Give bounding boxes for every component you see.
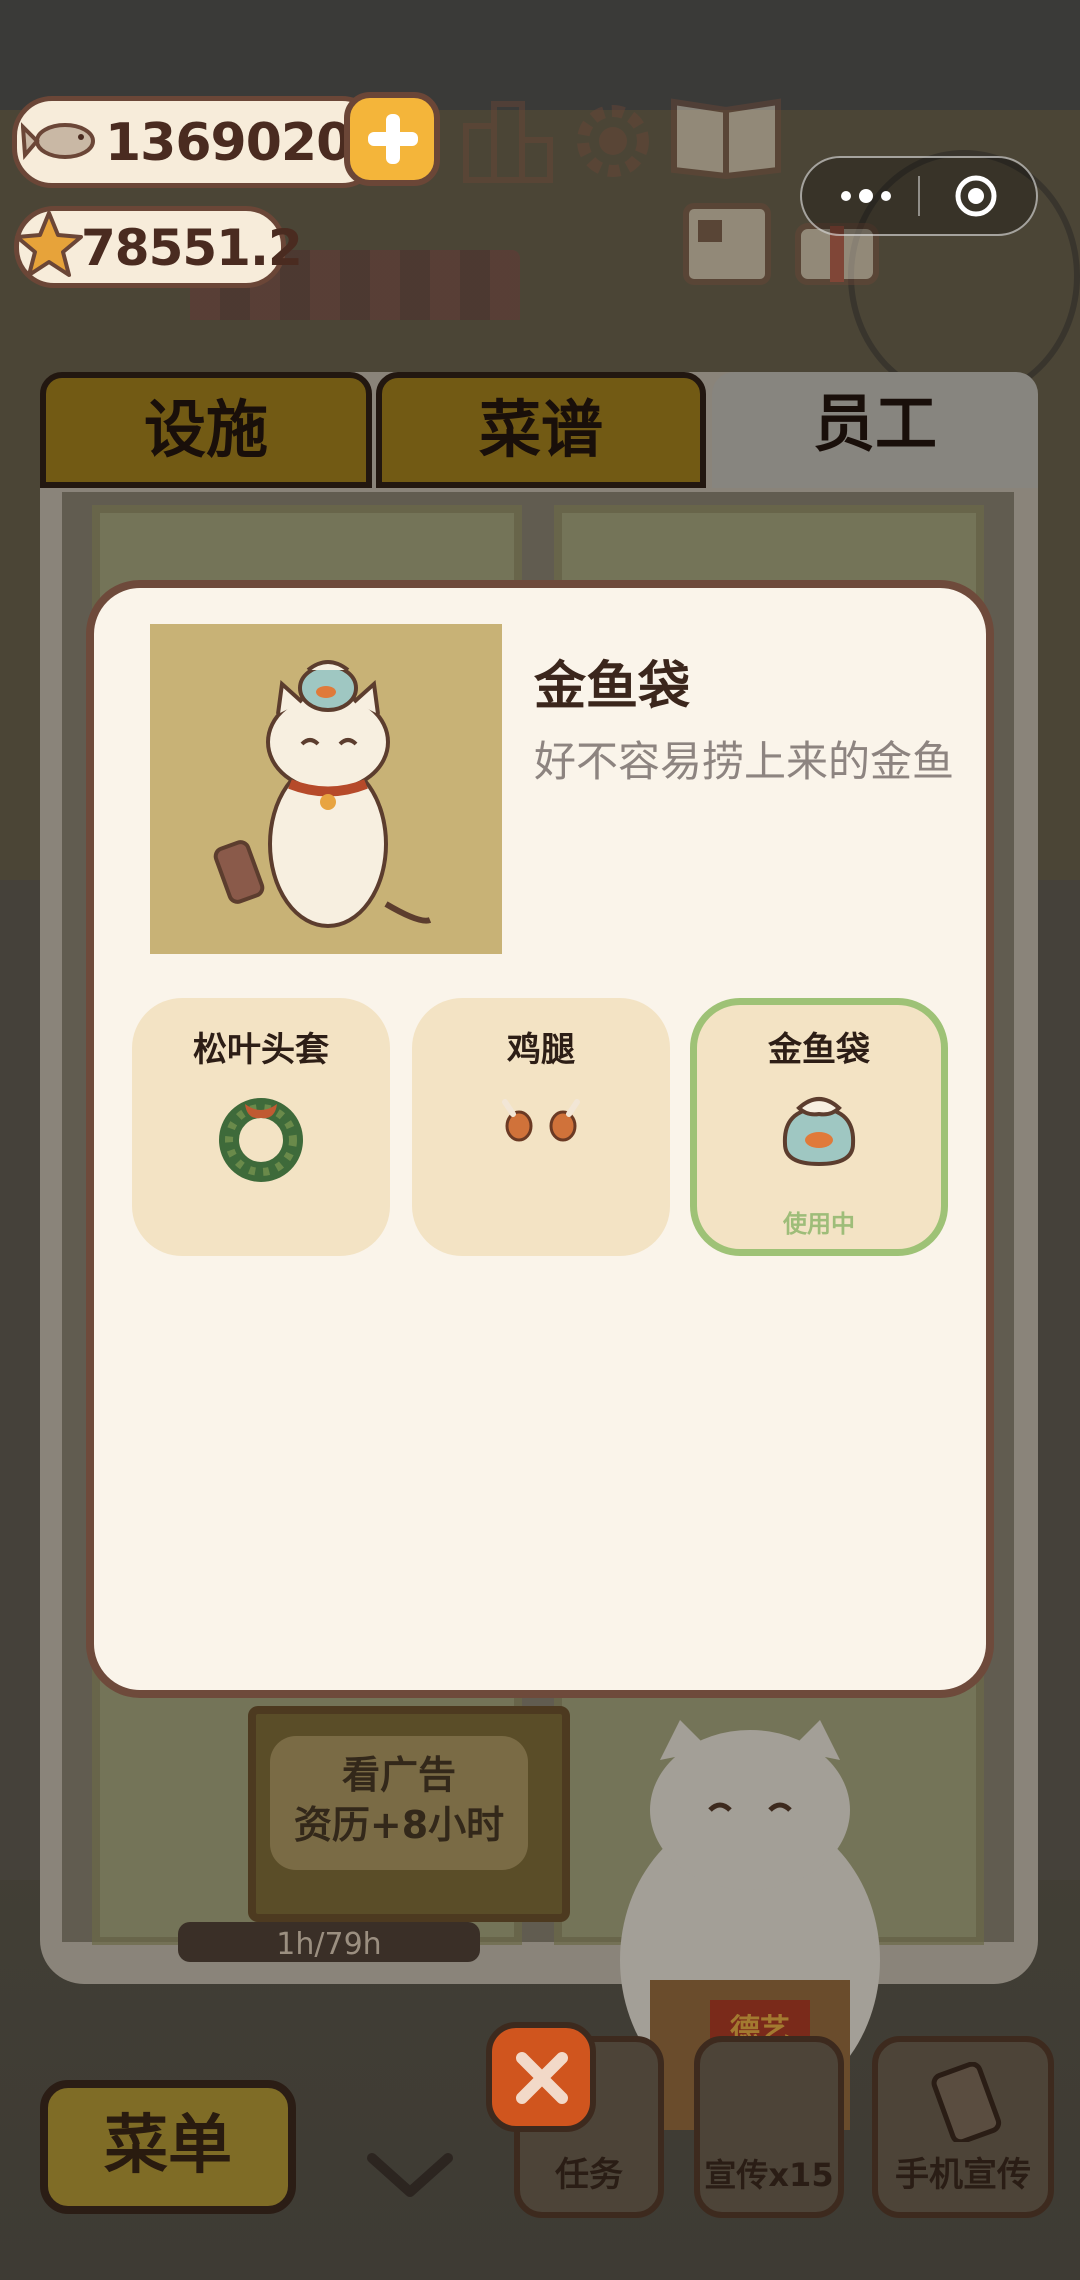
miniprogram-capsule	[800, 156, 1038, 236]
close-modal-button[interactable]	[486, 2022, 596, 2132]
seniority-progress: 1h/79h	[178, 1922, 480, 1962]
ad-line-1: 看广告	[341, 1753, 456, 1797]
tab-recipes[interactable]: 菜谱	[376, 372, 706, 488]
pine-wreath-icon	[219, 1098, 303, 1182]
item-title: 金鱼袋	[534, 657, 691, 717]
item-description: 好不容易捞上来的金鱼	[534, 737, 955, 786]
promotion-button[interactable]: 宣传x15	[694, 2036, 844, 2218]
chevron-down-icon[interactable]	[364, 2150, 456, 2200]
more-icon[interactable]	[838, 186, 894, 206]
close-icon	[516, 2052, 568, 2104]
fish-amount: 1369020	[105, 113, 352, 173]
watch-ad-button[interactable]: 看广告 资历+8小时	[270, 1736, 528, 1870]
tab-facilities[interactable]: 设施	[40, 372, 372, 488]
cat-portrait	[150, 624, 502, 954]
menu-button[interactable]: 菜单	[40, 2080, 296, 2214]
star-amount: 78551.2	[81, 219, 303, 277]
phone-promotion-button[interactable]: 手机宣传	[872, 2036, 1054, 2218]
phone-icon	[931, 2062, 1002, 2142]
phone-promotion-label: 手机宣传	[895, 2155, 1031, 2195]
promotion-label: 宣传x15	[704, 2156, 834, 2194]
in-use-badge: 使用中	[783, 1210, 855, 1238]
goldfish-bag-icon	[782, 1097, 856, 1167]
tab-staff[interactable]: 员工	[712, 372, 1038, 488]
capsule-separator	[918, 176, 920, 216]
fish-icon	[21, 122, 95, 160]
accessory-card-goldfish-bag[interactable]: 金鱼袋 使用中	[690, 998, 948, 1256]
ranking-icon[interactable]	[462, 96, 556, 184]
book-icon[interactable]	[668, 92, 786, 180]
accessory-label: 金鱼袋	[768, 1030, 870, 1070]
add-currency-button[interactable]	[344, 92, 440, 186]
accessory-label: 松叶头套	[193, 1030, 329, 1070]
ad-line-2: 资历+8小时	[293, 1803, 505, 1847]
star-icon	[15, 211, 83, 277]
close-target-icon[interactable]	[954, 174, 998, 218]
accessory-card-pine-wreath[interactable]: 松叶头套	[132, 998, 390, 1256]
drumstick-icon	[502, 1099, 580, 1142]
gear-icon[interactable]	[566, 94, 660, 188]
tasks-label: 任务	[555, 2155, 623, 2195]
fish-currency: 1369020	[12, 96, 382, 188]
star-currency: 78551.2	[14, 206, 303, 288]
accessory-card-drumstick[interactable]: 鸡腿	[412, 998, 670, 1256]
news-icon[interactable]	[680, 200, 774, 288]
plus-icon	[368, 114, 418, 164]
accessory-label: 鸡腿	[507, 1030, 575, 1070]
